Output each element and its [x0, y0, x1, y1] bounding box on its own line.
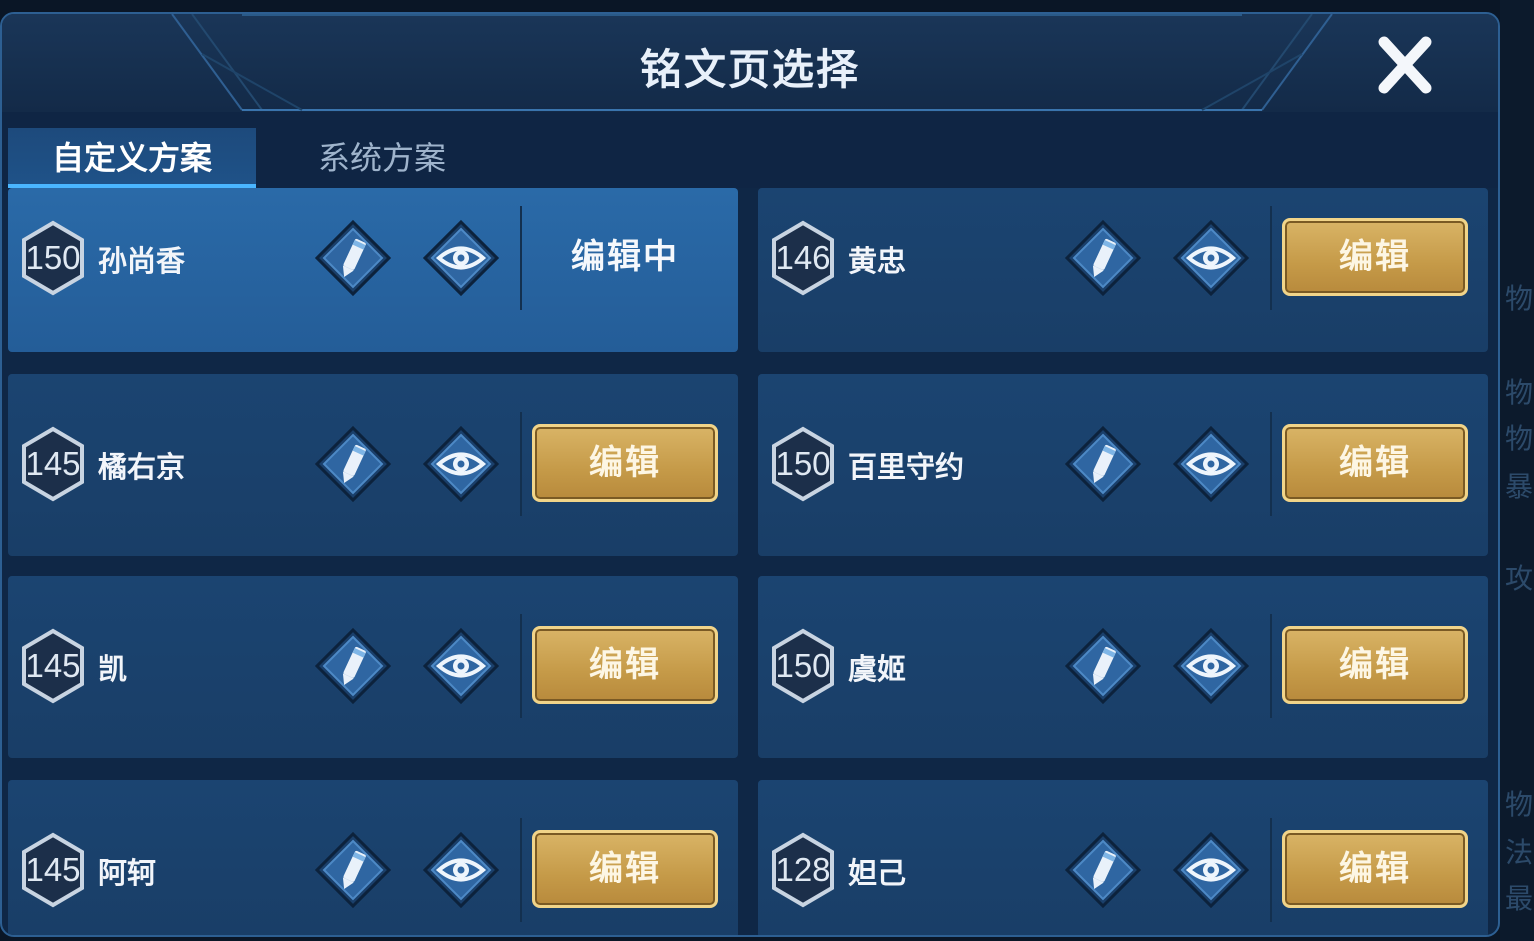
preview-button[interactable]	[1172, 627, 1250, 705]
rune-page-card[interactable]: 145 阿轲 编辑	[8, 780, 738, 935]
pencil-icon	[1064, 425, 1142, 503]
pencil-icon	[1064, 831, 1142, 909]
eye-icon	[422, 831, 500, 909]
hero-name: 凯	[98, 652, 128, 686]
edit-button[interactable]: 编辑	[532, 626, 718, 704]
divider	[1270, 206, 1272, 310]
divider	[520, 206, 522, 310]
rune-page-card[interactable]: 145 凯 编辑	[8, 576, 738, 758]
level-badge: 145	[20, 426, 86, 502]
pencil-icon	[314, 425, 392, 503]
background-text: 攻	[1505, 562, 1534, 595]
pencil-icon	[1064, 627, 1142, 705]
rune-level: 145	[25, 851, 81, 888]
hero-name: 百里守约	[848, 450, 965, 484]
background-text: 最	[1505, 882, 1534, 915]
editing-status: 编辑中	[571, 237, 679, 277]
divider	[1270, 818, 1272, 922]
close-icon	[1378, 36, 1432, 94]
level-badge: 146	[770, 220, 836, 296]
eye-icon	[1172, 425, 1250, 503]
eye-icon	[422, 219, 500, 297]
rune-level: 150	[775, 445, 831, 482]
hero-name: 阿轲	[98, 856, 157, 890]
divider	[520, 818, 522, 922]
preview-button[interactable]	[1172, 425, 1250, 503]
hero-name: 虞姬	[848, 652, 907, 686]
rune-level: 146	[775, 239, 831, 276]
preview-button[interactable]	[422, 831, 500, 909]
background-text: 物	[1505, 788, 1534, 821]
pencil-icon	[314, 627, 392, 705]
tab-bar: 自定义方案 系统方案	[2, 112, 1498, 188]
dialog-title: 铭文页选择	[639, 45, 860, 94]
eye-icon	[1172, 219, 1250, 297]
rune-level: 150	[775, 647, 831, 684]
hero-name: 妲己	[848, 856, 907, 890]
divider	[520, 412, 522, 516]
background-text: 物	[1505, 422, 1534, 455]
rune-page-card[interactable]: 150 虞姬 编辑	[758, 576, 1488, 758]
rune-level: 145	[25, 647, 81, 684]
edit-button[interactable]: 编辑	[1282, 626, 1468, 704]
background-text: 暴	[1505, 470, 1534, 503]
rename-button[interactable]	[314, 219, 392, 297]
preview-button[interactable]	[422, 425, 500, 503]
rune-page-card[interactable]: 145 橘右京 编辑	[8, 374, 738, 556]
level-badge: 128	[770, 832, 836, 908]
close-button[interactable]	[1370, 36, 1440, 96]
pencil-icon	[314, 831, 392, 909]
rename-button[interactable]	[314, 831, 392, 909]
eye-icon	[422, 425, 500, 503]
edit-button[interactable]: 编辑	[1282, 424, 1468, 502]
preview-button[interactable]	[1172, 219, 1250, 297]
eye-icon	[1172, 627, 1250, 705]
tab-custom-plans[interactable]: 自定义方案	[8, 128, 256, 188]
hero-name: 黄忠	[848, 244, 907, 278]
rune-page-dialog: 铭文页选择 自定义方案 系统方案 150 孙尚香 编辑中 146 黄忠 编辑 145 橘右京编…	[0, 12, 1500, 937]
level-badge: 145	[20, 628, 86, 704]
background-text: 物	[1505, 376, 1534, 409]
background-text: 物	[1505, 282, 1534, 315]
background-text: 法	[1505, 836, 1534, 869]
edit-button[interactable]: 编辑	[1282, 218, 1468, 296]
edit-button[interactable]: 编辑	[1282, 830, 1468, 908]
edit-button[interactable]: 编辑	[532, 830, 718, 908]
level-badge: 145	[20, 832, 86, 908]
hero-name: 孙尚香	[98, 244, 186, 278]
dialog-header: 铭文页选择	[2, 14, 1498, 113]
rename-button[interactable]	[1064, 627, 1142, 705]
rename-button[interactable]	[1064, 831, 1142, 909]
pencil-icon	[314, 219, 392, 297]
rename-button[interactable]	[1064, 425, 1142, 503]
rune-level: 145	[25, 445, 81, 482]
rune-page-card[interactable]: 150 孙尚香 编辑中	[8, 188, 738, 352]
level-badge: 150	[20, 220, 86, 296]
divider	[520, 614, 522, 718]
rename-button[interactable]	[1064, 219, 1142, 297]
edit-button[interactable]: 编辑	[532, 424, 718, 502]
preview-button[interactable]	[422, 627, 500, 705]
divider	[1270, 412, 1272, 516]
rune-page-card[interactable]: 146 黄忠 编辑	[758, 188, 1488, 352]
preview-button[interactable]	[422, 219, 500, 297]
rune-level: 150	[25, 239, 81, 276]
divider	[1270, 614, 1272, 718]
preview-button[interactable]	[1172, 831, 1250, 909]
rename-button[interactable]	[314, 627, 392, 705]
rune-page-card[interactable]: 128 妲己 编辑	[758, 780, 1488, 935]
rune-page-card[interactable]: 150 百里守约 编辑	[758, 374, 1488, 556]
rune-level: 128	[775, 851, 831, 888]
eye-icon	[1172, 831, 1250, 909]
rename-button[interactable]	[314, 425, 392, 503]
tab-system-plans[interactable]: 系统方案	[302, 128, 462, 188]
level-badge: 150	[770, 628, 836, 704]
hero-name: 橘右京	[98, 450, 186, 484]
eye-icon	[422, 627, 500, 705]
level-badge: 150	[770, 426, 836, 502]
pencil-icon	[1064, 219, 1142, 297]
